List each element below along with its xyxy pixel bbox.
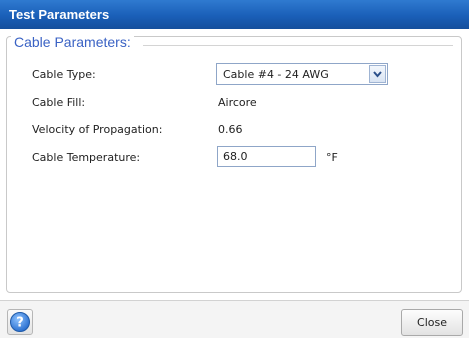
help-icon: ? [10, 312, 30, 332]
dropdown-button[interactable] [369, 65, 386, 83]
group-legend: Cable Parameters: [11, 34, 134, 50]
cable-type-selected-value: Cable #4 - 24 AWG [223, 68, 329, 81]
close-button[interactable]: Close [401, 309, 463, 336]
temperature-value: 68.0 [223, 150, 248, 163]
test-parameters-dialog: Test Parameters Cable Parameters: Cable … [0, 0, 469, 338]
temperature-label: Cable Temperature: [32, 151, 141, 164]
temperature-unit: °F [326, 151, 338, 164]
footer-bar: ? Close [0, 300, 469, 338]
svg-text:?: ? [16, 316, 24, 331]
velocity-value: 0.66 [218, 123, 243, 136]
temperature-input[interactable]: 68.0 [217, 146, 316, 167]
cable-parameters-group: Cable Parameters: Cable Type: Cable #4 -… [6, 34, 462, 293]
dialog-title: Test Parameters [9, 7, 110, 22]
group-divider [143, 45, 453, 46]
title-bar: Test Parameters [0, 0, 469, 29]
chevron-down-icon [373, 71, 382, 78]
cable-fill-label: Cable Fill: [32, 96, 86, 109]
cable-type-label: Cable Type: [32, 68, 96, 81]
cable-fill-value: Aircore [218, 96, 257, 109]
cable-type-select[interactable]: Cable #4 - 24 AWG [216, 63, 388, 85]
help-button[interactable]: ? [7, 309, 33, 335]
velocity-label: Velocity of Propagation: [32, 123, 163, 136]
